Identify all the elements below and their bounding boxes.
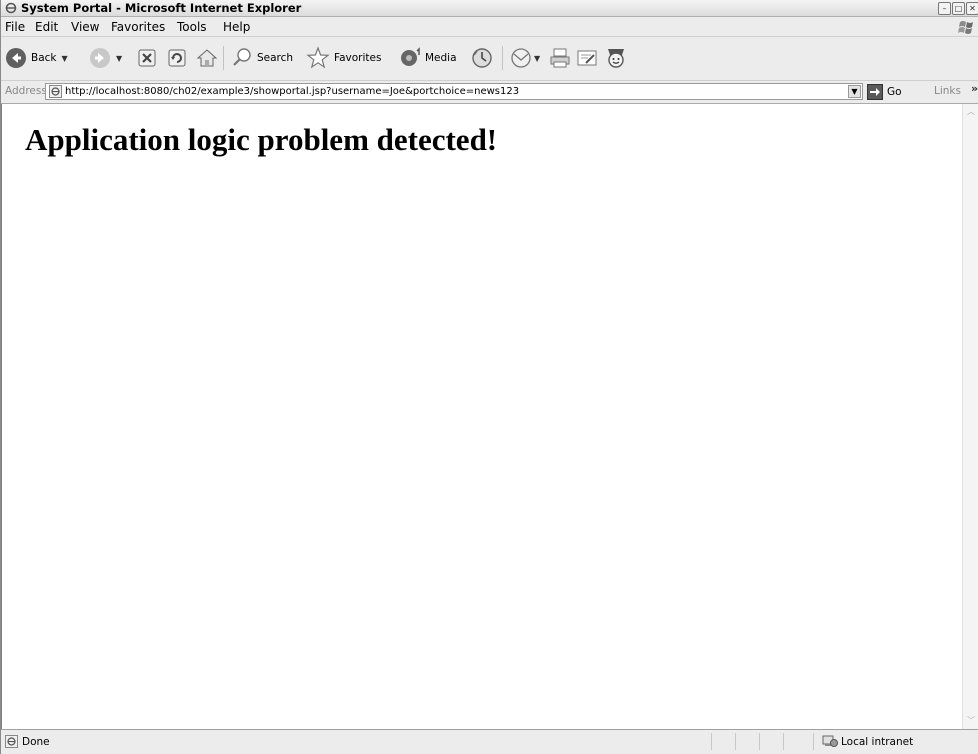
refresh-icon bbox=[168, 49, 186, 67]
messenger-icon bbox=[608, 49, 624, 68]
menu-view[interactable]: View bbox=[71, 20, 99, 34]
back-button[interactable]: Back ▼ bbox=[5, 44, 68, 72]
favorites-label: Favorites bbox=[334, 52, 382, 64]
title-bar: System Portal - Microsoft Internet Explo… bbox=[1, 0, 978, 17]
mail-dropdown-icon[interactable]: ▼ bbox=[534, 54, 540, 63]
menu-help[interactable]: Help bbox=[223, 20, 250, 34]
media-label: Media bbox=[425, 52, 457, 64]
favorites-star-icon bbox=[306, 46, 330, 69]
page-icon bbox=[49, 85, 62, 98]
chevron-right-icon[interactable]: » bbox=[971, 82, 978, 95]
browser-window: System Portal - Microsoft Internet Explo… bbox=[0, 0, 978, 754]
forward-icon bbox=[90, 48, 110, 68]
close-button[interactable]: ✕ bbox=[966, 2, 978, 15]
mail-icon bbox=[511, 48, 531, 68]
search-button[interactable]: Search bbox=[231, 44, 293, 72]
home-icon bbox=[196, 49, 218, 67]
refresh-button[interactable] bbox=[167, 44, 187, 72]
scroll-down-icon[interactable]: ﹀ bbox=[965, 715, 977, 727]
status-bar: Done Local intranet bbox=[1, 729, 978, 754]
home-button[interactable] bbox=[196, 44, 218, 72]
security-zone-text: Local intranet bbox=[841, 736, 914, 748]
media-icon bbox=[401, 47, 420, 66]
status-text: Done bbox=[22, 736, 50, 748]
menu-bar: File Edit View Favorites Tools Help bbox=[1, 17, 978, 37]
status-pane bbox=[735, 733, 759, 750]
page-heading: Application logic problem detected! bbox=[25, 122, 498, 157]
menu-favorites[interactable]: Favorites bbox=[111, 20, 165, 34]
windows-flag-icon bbox=[958, 21, 973, 34]
address-field[interactable]: ▼ bbox=[45, 83, 863, 100]
window-title: System Portal - Microsoft Internet Explo… bbox=[21, 1, 302, 15]
stop-icon bbox=[138, 49, 156, 67]
messenger-button[interactable] bbox=[604, 44, 628, 72]
status-pane bbox=[783, 733, 813, 750]
toolbar: Back ▼ ▼ Search Favorites Media ▼ bbox=[1, 37, 978, 81]
scroll-up-icon[interactable]: ︿ bbox=[965, 106, 977, 118]
edit-button[interactable] bbox=[576, 44, 598, 72]
back-dropdown-icon[interactable]: ▼ bbox=[62, 54, 68, 63]
forward-dropdown-icon[interactable]: ▼ bbox=[116, 54, 122, 63]
forward-button[interactable]: ▼ bbox=[89, 44, 122, 72]
back-label: Back bbox=[31, 52, 57, 64]
menu-tools[interactable]: Tools bbox=[177, 20, 207, 34]
history-icon bbox=[472, 48, 492, 68]
url-input[interactable] bbox=[65, 84, 835, 99]
print-icon bbox=[550, 48, 570, 68]
status-pane bbox=[711, 733, 735, 750]
status-pane bbox=[759, 733, 783, 750]
go-arrow-icon bbox=[867, 84, 883, 100]
window-controls: – □ ✕ bbox=[938, 2, 978, 15]
search-icon bbox=[233, 48, 251, 66]
history-button[interactable] bbox=[471, 44, 493, 72]
media-button[interactable]: Media bbox=[399, 44, 457, 72]
toolbar-separator bbox=[502, 46, 503, 70]
go-label: Go bbox=[887, 86, 902, 98]
stop-button[interactable] bbox=[137, 44, 157, 72]
favorites-button[interactable]: Favorites bbox=[306, 44, 381, 72]
page-content: Application logic problem detected! bbox=[1, 104, 962, 729]
address-label: Address bbox=[5, 85, 47, 97]
local-intranet-icon bbox=[822, 735, 838, 747]
edit-icon bbox=[577, 50, 597, 66]
go-button[interactable]: Go bbox=[867, 84, 902, 100]
minimize-button[interactable]: – bbox=[938, 2, 951, 15]
address-dropdown-icon[interactable]: ▼ bbox=[848, 85, 861, 98]
address-bar: Address ▼ Go Links » bbox=[1, 81, 978, 104]
maximize-button[interactable]: □ bbox=[952, 2, 965, 15]
back-icon bbox=[6, 48, 26, 68]
menu-file[interactable]: File bbox=[5, 20, 25, 34]
search-label: Search bbox=[257, 52, 294, 64]
links-toolbar[interactable]: Links bbox=[934, 85, 961, 97]
page-status-icon bbox=[5, 735, 18, 748]
menu-edit[interactable]: Edit bbox=[35, 20, 58, 34]
vertical-scrollbar[interactable]: ︿ ﹀ bbox=[962, 104, 978, 729]
toolbar-separator bbox=[223, 46, 224, 70]
mail-button[interactable]: ▼ bbox=[509, 44, 540, 72]
ie-app-icon bbox=[5, 2, 17, 14]
print-button[interactable] bbox=[549, 44, 571, 72]
